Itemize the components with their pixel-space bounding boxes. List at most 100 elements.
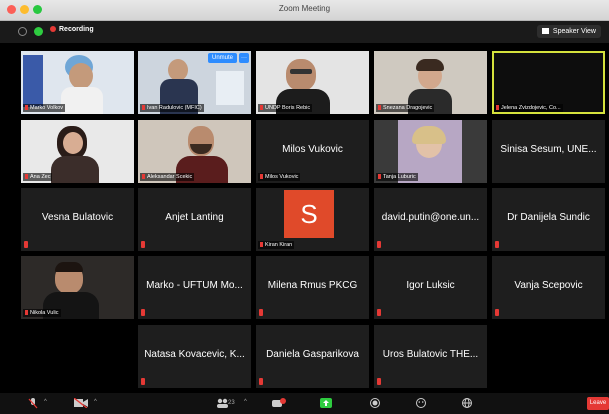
muted-mic-icon [142,174,145,180]
participant-tile-boris-rebic[interactable]: UNDP Boris Rebic [256,51,369,114]
participant-name-label: Tanja Luburic [376,173,418,181]
participant-tile-vesna-bulatovic[interactable]: Vesna Bulatovic [21,188,134,251]
participant-name: Anjet Lanting [165,212,224,223]
muted-mic-icon [377,241,381,248]
video-options-chevron-icon[interactable]: ^ [94,399,97,405]
participant-tile-igor-luksic[interactable]: Igor Luksic [374,256,487,319]
muted-mic-icon [260,174,263,180]
participant-tile-danijela-sundic[interactable]: Dr Danijela Sundic [492,188,605,251]
participant-hair [416,59,444,71]
microphone-icon [28,398,38,409]
share-screen-button[interactable] [320,398,332,408]
participant-name: Vesna Bulatovic [41,212,114,223]
smiley-icon [416,398,426,408]
start-video-button[interactable] [74,398,88,408]
participant-name-label: Aleksandar Scekic [140,173,195,181]
participant-tile-jelena-zvizdojevic[interactable]: Jelena Zvizdojevic, Co... [492,51,605,114]
participant-tile-ana-zec[interactable]: Ana Zec [21,120,134,183]
muted-mic-icon [495,309,499,316]
participant-hair [412,126,446,144]
participant-face [69,63,93,89]
participant-name: Milena Rmus PKCG [267,280,358,291]
participants-options-chevron-icon[interactable]: ^ [244,399,247,405]
muted-mic-icon [141,378,145,385]
participant-tile-anjet-lanting[interactable]: Anjet Lanting [138,188,251,251]
participant-tile-kiran-kiran[interactable]: S Kiran Kiran [256,188,369,251]
participant-tile-vanja-scepovic[interactable]: Vanja Scepovic [492,256,605,319]
participant-name: Natasa Kovacevic, K... [144,349,245,360]
audio-options-chevron-icon[interactable]: ^ [44,399,47,405]
muted-mic-icon [260,105,263,111]
share-screen-icon [320,398,332,408]
participant-tile-snezana-dragojevic[interactable]: Snezana Dragojevic [374,51,487,114]
participant-name-label: Marko Volkov [23,104,66,112]
participant-hair [55,262,83,272]
participant-name-label: Kiran Kiran [258,241,295,249]
muted-mic-icon [377,378,381,385]
participant-tile-david-putin[interactable]: david.putin@one.un... [374,188,487,251]
participant-tile-tanja-luburic[interactable]: Tanja Luburic [374,120,487,183]
recording-indicator: Recording [50,26,94,33]
speaker-view-button[interactable]: Speaker View [536,25,601,38]
participant-name-label: Jelena Zvizdojevic, Co... [494,104,563,112]
participant-name: Sinisa Sesum, UNE... [500,144,597,155]
muted-mic-icon [142,105,145,111]
record-button[interactable] [370,398,380,408]
participant-name: Marko - UFTUM Mo... [146,280,243,291]
muted-mic-icon [141,309,145,316]
muted-mic-icon [259,309,263,316]
participant-name: Vanja Scepovic [514,280,583,291]
participant-tile-sinisa-sesum[interactable]: Sinisa Sesum, UNE... [492,120,605,183]
participant-tile-nikola-vulic[interactable]: Nikola Vulic [21,256,134,319]
participant-tile-daniela-gasparikova[interactable]: Daniela Gasparikova [256,325,369,388]
participant-tile-milena-rmus[interactable]: Milena Rmus PKCG [256,256,369,319]
participant-face [286,59,316,91]
participant-name: Igor Luksic [406,280,455,291]
participant-face [63,132,83,154]
unmute-button[interactable]: Unmute [207,53,237,63]
participant-tile-natasa-kovacevic[interactable]: Natasa Kovacevic, K... [138,325,251,388]
muted-mic-icon [260,242,263,248]
participants-count: 23 [228,400,235,406]
speaker-view-label: Speaker View [552,28,596,35]
participant-tile-marko-volkov[interactable]: Marko Volkov [21,51,134,114]
reactions-button[interactable] [416,398,426,408]
muted-mic-icon [25,174,28,180]
participant-name: Daniela Gasparikova [266,349,359,360]
participant-name-label: Milos Vukovic [258,173,301,181]
participant-name: Milos Vukovic [282,144,343,155]
participants-button[interactable] [216,398,228,408]
participant-tile-milos-vukovic[interactable]: Milos Vukovic Milos Vukovic [256,120,369,183]
chat-button[interactable] [272,398,286,408]
muted-mic-icon [25,105,28,111]
participant-name: Uros Bulatovic THE... [382,349,479,360]
meeting-top-bar: Recording Speaker View [0,21,609,43]
muted-mic-icon [25,310,28,316]
participant-name-label: Nikola Vulic [23,309,61,317]
mute-button[interactable] [28,398,38,409]
participant-name-label: Ana Zec [23,173,53,181]
leave-button[interactable]: Leave [587,397,609,410]
participant-tile-uros-bulatovic[interactable]: Uros Bulatovic THE... [374,325,487,388]
title-bar: Zoom Meeting [0,0,609,21]
muted-mic-icon [141,241,145,248]
muted-mic-icon [378,174,381,180]
participant-name: david.putin@one.un... [381,212,480,223]
more-options-button[interactable]: ··· [239,53,249,63]
flag-image [23,55,43,107]
chat-icon [272,398,286,407]
participant-tile-ivan-radulovic[interactable]: Unmute ··· Ivan Radulovic (MFIC) [138,51,251,114]
video-camera-icon [74,398,88,408]
participant-name-label: UNDP Boris Rebic [258,104,313,112]
participant-body [51,156,99,183]
meeting-controls-bar: ^ ^ 23 ^ Leave [0,393,609,414]
video-grid: Marko Volkov Unmute ··· Ivan Radulovic (… [0,43,609,393]
shield-icon[interactable] [34,27,43,36]
muted-mic-icon [378,105,381,111]
info-icon[interactable] [18,27,27,36]
participant-tile-aleksandar-scekic[interactable]: Aleksandar Scekic [138,120,251,183]
participant-tile-marko-uftum[interactable]: Marko - UFTUM Mo... [138,256,251,319]
recording-label: Recording [59,26,94,33]
apps-button[interactable] [462,398,472,408]
participant-face [168,59,188,81]
